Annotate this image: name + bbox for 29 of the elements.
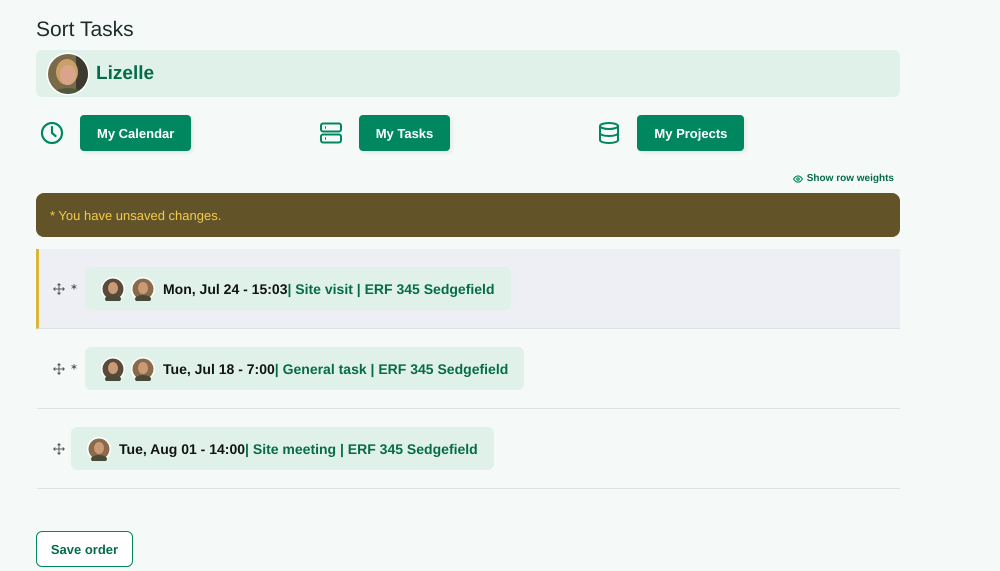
task-row[interactable]: * Tue, Jul 18 - 7:00| General task | ERF 345 Sedgefield [36,329,900,409]
task-details: | Site visit | ERF 345 Sedgefield [287,280,494,296]
move-icon[interactable] [53,442,65,454]
nav-button[interactable]: My Calendar [80,115,192,151]
task-chip[interactable]: Mon, Jul 24 - 15:03| Site visit | ERF 345 Sedgefield [85,267,510,310]
task-date: Tue, Aug 01 - 14:00 [119,440,246,456]
task-date: Tue, Jul 18 - 7:00 [163,360,275,376]
nav-button[interactable]: My Tasks [358,115,450,151]
task-chip[interactable]: Tue, Aug 01 - 14:00| Site meeting | ERF 345 Sedgefield [71,427,494,470]
task-row[interactable]: Tue, Aug 01 - 14:00| Site meeting | ERF 345 Sedgefield [36,409,900,489]
eye-icon [792,174,803,184]
alert-text: * You have unsaved changes. [50,208,222,222]
nav-button[interactable]: My Projects [637,115,744,151]
changed-marker: * [71,282,78,296]
task-details: | Site meeting | ERF 345 Sedgefield [245,440,478,456]
page-title: Sort Tasks [36,18,135,42]
task-chip[interactable]: Tue, Jul 18 - 7:00| General task | ERF 345 Sedgefield [85,347,524,390]
show-row-weights-link[interactable]: Show row weights [792,173,894,184]
move-icon[interactable] [53,362,65,374]
server-icon [318,121,343,145]
changed-marker: * [71,362,78,376]
database-icon [597,121,622,145]
clock-icon [40,121,64,145]
task-date: Mon, Jul 24 - 15:03 [163,280,288,296]
task-row[interactable]: * Mon, Jul 24 - 15:03| Site visit | ERF 345 Sedgefield [36,249,900,329]
user-name: Lizelle [96,62,154,84]
save-order-button[interactable]: Save order [36,531,133,567]
task-details: | General task | ERF 345 Sedgefield [274,360,508,376]
move-icon[interactable] [53,282,65,294]
